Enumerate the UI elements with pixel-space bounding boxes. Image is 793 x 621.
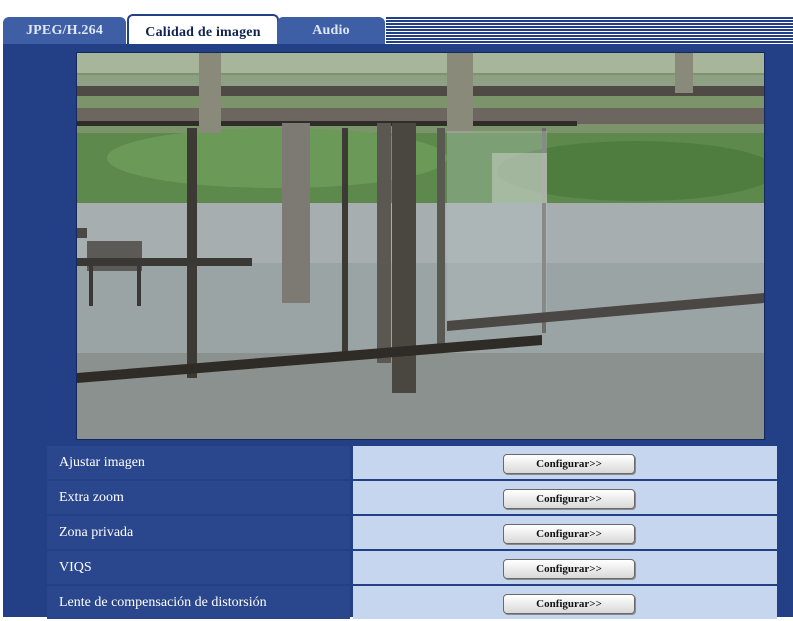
configurar-button-extra-zoom[interactable]: Configurar>>	[503, 489, 635, 509]
row-action-cell: Configurar>>	[353, 551, 777, 584]
row-label: Zona privada	[47, 516, 350, 549]
row-label: Ajustar imagen	[47, 446, 350, 479]
tab-jpeg-h264[interactable]: JPEG/H.264	[3, 17, 126, 44]
settings-row-zona-privada: Zona privada Configurar>>	[47, 516, 777, 549]
tab-bar: JPEG/H.264 Calidad de imagen Audio	[0, 0, 793, 46]
tab-bar-filler	[386, 17, 793, 44]
row-label: Extra zoom	[47, 481, 350, 514]
row-label: Lente de compensación de distorsión	[47, 586, 350, 619]
settings-list: Ajustar imagen Configurar>> Extra zoom C…	[47, 446, 777, 621]
tab-calidad-de-imagen[interactable]: Calidad de imagen	[127, 14, 279, 46]
tab-audio[interactable]: Audio	[277, 17, 385, 44]
configurar-button-lente-compensacion[interactable]: Configurar>>	[503, 594, 635, 614]
configurar-button-ajustar-imagen[interactable]: Configurar>>	[503, 454, 635, 474]
camera-preview-image	[77, 53, 764, 439]
row-label: VIQS	[47, 551, 350, 584]
row-action-cell: Configurar>>	[353, 516, 777, 549]
settings-row-extra-zoom: Extra zoom Configurar>>	[47, 481, 777, 514]
configurar-button-zona-privada[interactable]: Configurar>>	[503, 524, 635, 544]
row-action-cell: Configurar>>	[353, 481, 777, 514]
configurar-button-viqs[interactable]: Configurar>>	[503, 559, 635, 579]
row-action-cell: Configurar>>	[353, 586, 777, 619]
settings-row-lente-compensacion: Lente de compensación de distorsión Conf…	[47, 586, 777, 619]
camera-setup-page: JPEG/H.264 Calidad de imagen Audio Ajust…	[0, 0, 793, 619]
settings-panel: Ajustar imagen Configurar>> Extra zoom C…	[3, 44, 793, 619]
settings-row-viqs: VIQS Configurar>>	[47, 551, 777, 584]
settings-row-ajustar-imagen: Ajustar imagen Configurar>>	[47, 446, 777, 479]
camera-preview	[76, 52, 765, 440]
row-action-cell: Configurar>>	[353, 446, 777, 479]
